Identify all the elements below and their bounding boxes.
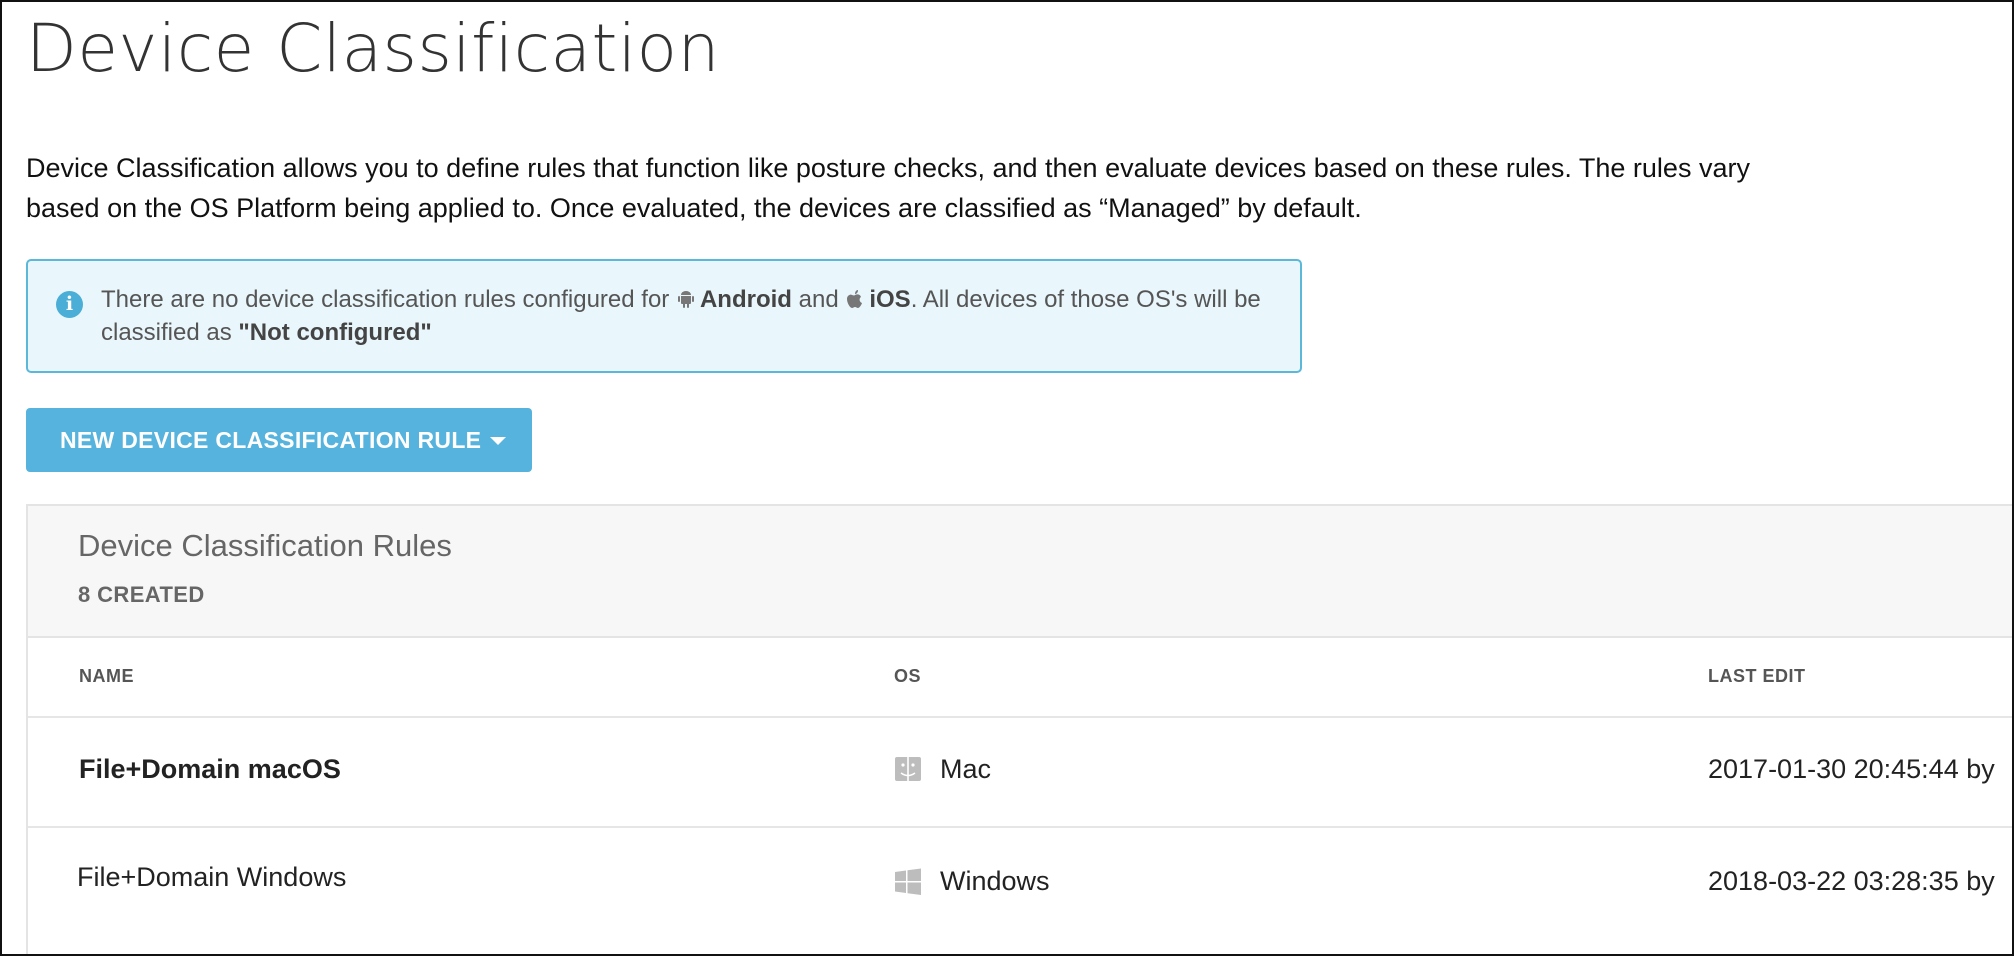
alert-os-ios: iOS	[869, 286, 911, 313]
alert-and: and	[798, 286, 839, 313]
rule-last-edit-cell: 2017-01-30 20:45:44 by	[1708, 754, 1995, 784]
row-divider	[28, 826, 2012, 828]
rules-count: 8 CREATED	[78, 582, 205, 607]
rule-name-cell[interactable]: File+Domain Windows	[77, 862, 346, 893]
new-rule-label: NEW DEVICE CLASSIFICATION RULE	[60, 426, 482, 453]
rules-panel: Device Classification Rules 8 CREATED NA…	[26, 504, 2012, 954]
caret-down-icon	[490, 437, 506, 445]
rule-os-label: Windows	[940, 866, 1050, 896]
info-alert: i There are no device classification rul…	[26, 259, 1302, 373]
device-classification-page: Device Classification Device Classificat…	[0, 0, 2014, 956]
apple-icon	[847, 290, 863, 308]
windows-icon	[895, 868, 921, 895]
row-divider	[28, 716, 2012, 718]
rules-panel-title: Device Classification Rules	[78, 528, 452, 563]
column-header-name[interactable]: NAME	[79, 666, 134, 687]
rule-name-cell[interactable]: File+Domain macOS	[79, 754, 341, 785]
info-alert-text: There are no device classification rules…	[101, 283, 1271, 349]
rule-last-edit-cell: 2018-03-22 03:28:35 by	[1708, 866, 1995, 896]
rule-os-cell: Windows	[894, 866, 1050, 897]
android-icon	[677, 291, 694, 308]
alert-os-android: Android	[699, 286, 792, 313]
new-device-classification-rule-button[interactable]: NEW DEVICE CLASSIFICATION RULE	[26, 408, 532, 472]
rule-os-label: Mac	[940, 754, 992, 784]
alert-prefix: There are no device classification rules…	[101, 286, 670, 313]
rule-os-cell: Mac	[894, 754, 991, 785]
mac-finder-icon	[895, 756, 921, 781]
column-header-os[interactable]: OS	[894, 666, 921, 687]
alert-status: "Not configured"	[238, 319, 432, 346]
column-header-last-edit[interactable]: LAST EDIT	[1708, 666, 1806, 687]
page-description: Device Classification allows you to defi…	[26, 153, 1750, 223]
rules-panel-header: Device Classification Rules 8 CREATED	[28, 506, 2012, 638]
page-title: Device Classification	[26, 10, 720, 87]
info-icon: i	[56, 291, 83, 318]
